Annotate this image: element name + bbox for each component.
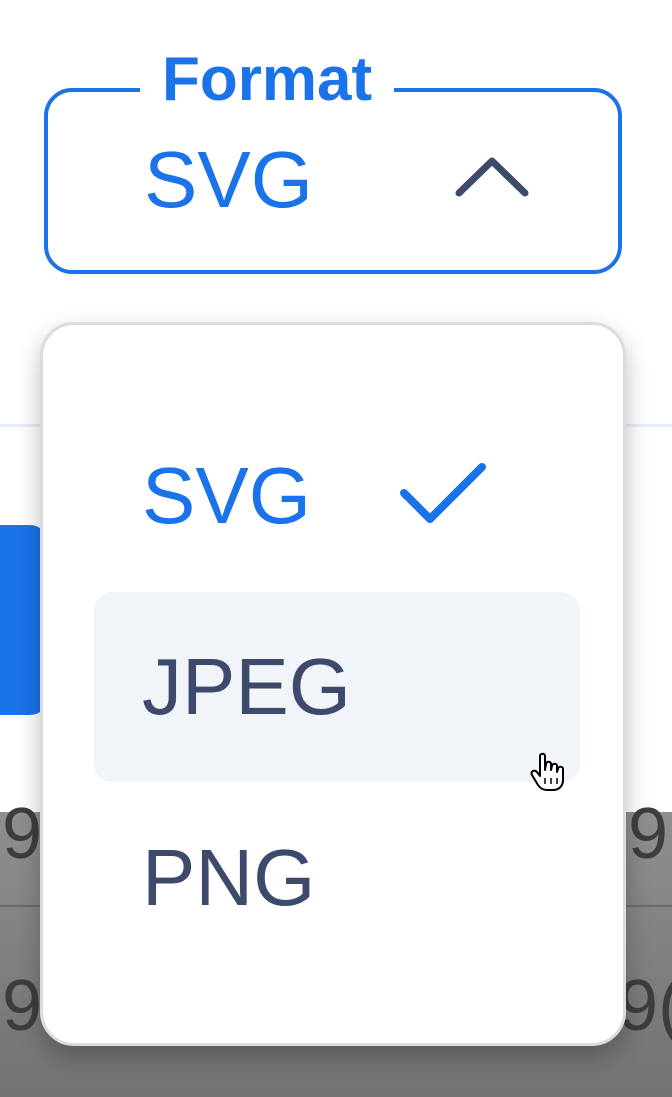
option-jpeg[interactable]: JPEG — [94, 592, 580, 782]
hand-cursor-icon — [530, 752, 564, 791]
chevron-up-icon[interactable] — [455, 155, 529, 199]
format-selected-value: SVG — [144, 135, 313, 224]
check-icon — [400, 463, 486, 523]
background-cell-text: 9 — [628, 794, 669, 874]
format-dropdown-menu: SVG JPEG PNG — [40, 322, 626, 1046]
option-svg[interactable]: SVG — [94, 401, 580, 591]
format-label: Format — [140, 40, 395, 120]
background-cell-text: .9 — [0, 794, 43, 874]
option-label: JPEG — [142, 642, 351, 731]
background-cell-text: 9( — [618, 966, 672, 1046]
option-label: SVG — [142, 451, 311, 540]
option-png[interactable]: PNG — [94, 783, 580, 973]
background-cell-text: .9 — [0, 966, 43, 1046]
option-label: PNG — [142, 833, 316, 922]
